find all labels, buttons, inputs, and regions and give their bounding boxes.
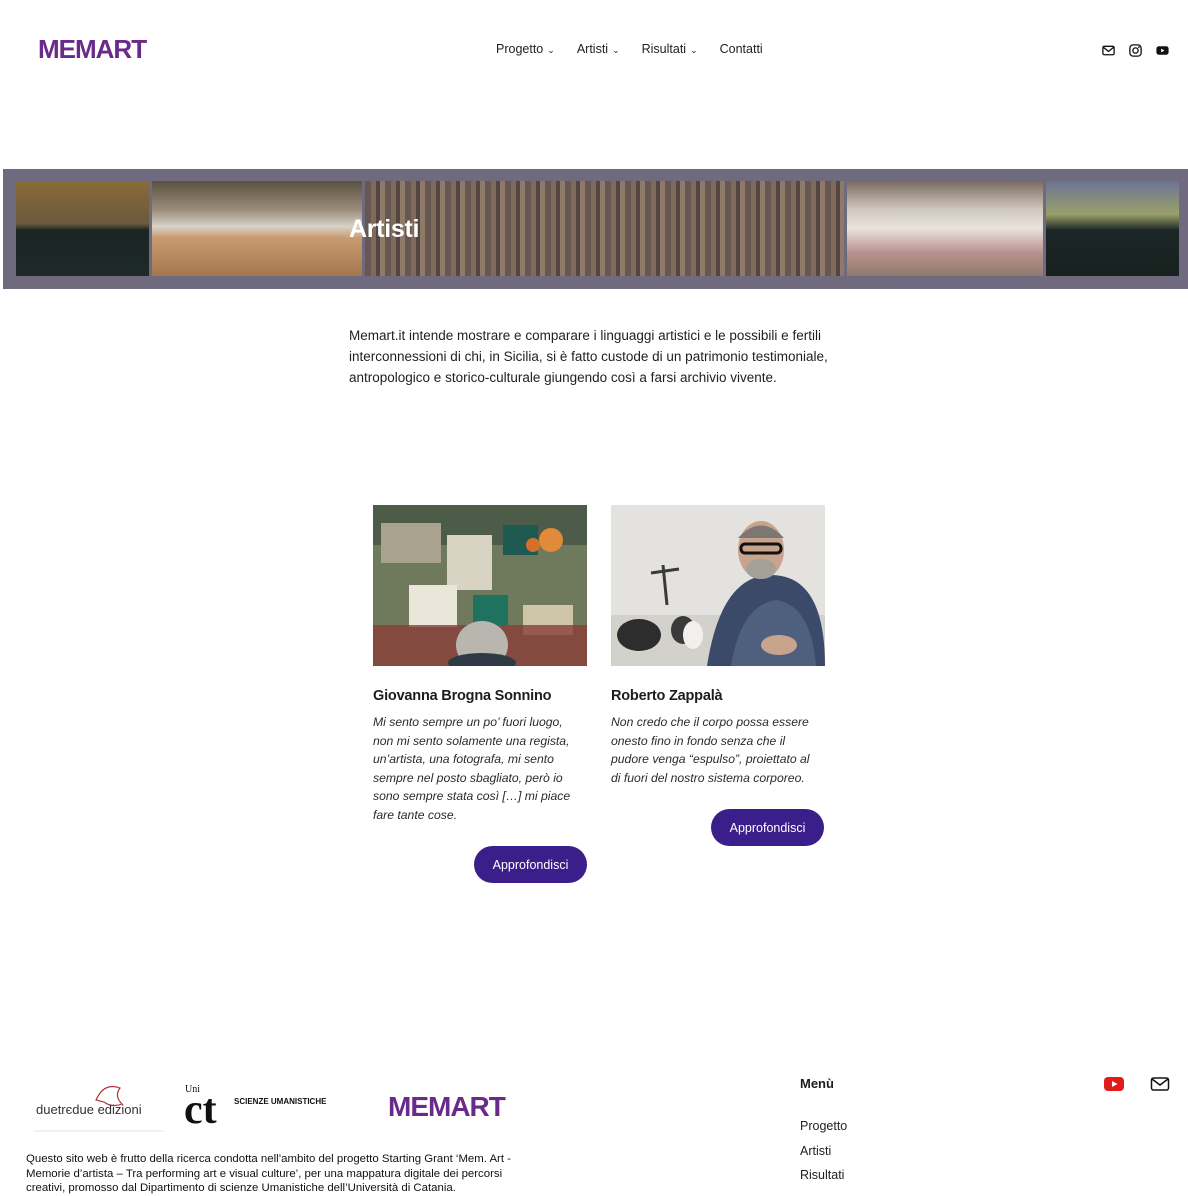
footer-menu-item[interactable]: Progetto <box>800 1119 847 1144</box>
artist-photo[interactable] <box>373 505 587 666</box>
header-social <box>1101 43 1170 58</box>
hero-image <box>1046 181 1179 276</box>
artist-photo[interactable] <box>611 505 825 666</box>
hero-image <box>16 181 149 276</box>
footer-logo-text: MEMART <box>388 1091 506 1122</box>
hero-image <box>151 181 363 276</box>
footer-menu-title: Menù <box>800 1076 834 1091</box>
nav-label: Progetto <box>496 42 544 56</box>
footer-description: Questo sito web è frutto della ricerca c… <box>26 1153 511 1194</box>
artist-quote: Non credo che il corpo possa essere ones… <box>611 715 810 785</box>
unict-scienze-umanistiche-logo[interactable]: Uni ct SCIENZE UMANISTICHE <box>184 1082 334 1126</box>
footer-social <box>1104 1076 1170 1092</box>
memart-logo[interactable]: MEMART <box>38 26 148 70</box>
approfondisci-button[interactable]: Approfondisci <box>711 809 824 846</box>
approfondisci-button[interactable]: Approfondisci <box>474 846 587 883</box>
page-title: Artisti <box>349 215 420 243</box>
nav-label: Artisti <box>576 42 609 56</box>
nav-risultati[interactable]: Risultati ⌄ <box>642 42 698 56</box>
main-nav: Progetto ⌄ Artisti ⌄ Risultati ⌄ Contatti <box>496 42 785 56</box>
footer-menu-item[interactable]: Risultati <box>800 1168 847 1193</box>
artist-card: Roberto Zappalà Non credo che il corpo p… <box>611 505 825 787</box>
instagram-icon[interactable] <box>1128 43 1143 58</box>
duetredue-logo-text: duetrєdue edizioni <box>36 1102 142 1117</box>
nav-progetto[interactable]: Progetto ⌄ <box>496 42 555 56</box>
youtube-icon[interactable] <box>1104 1076 1124 1092</box>
nav-contatti[interactable]: Contatti <box>720 42 763 56</box>
duetredue-edizioni-logo[interactable]: duetrєdue edizioni <box>34 1078 166 1132</box>
intro-text: Memart.it intende mostrare e comparare i… <box>349 328 828 385</box>
hero-image <box>365 181 844 276</box>
nav-label: Contatti <box>719 42 763 56</box>
artist-name: Roberto Zappalà <box>611 688 723 704</box>
artist-quote: Mi sento sempre un po’ fuori luogo, non … <box>373 715 571 822</box>
memart-footer-logo[interactable]: MEMART <box>388 1078 508 1130</box>
chevron-down-icon: ⌄ <box>690 44 698 55</box>
mail-icon[interactable] <box>1101 43 1116 58</box>
hero-banner: Artisti <box>3 169 1188 289</box>
footer-menu-item[interactable]: Artisti <box>800 1144 847 1169</box>
artist-name: Giovanna Brogna Sonnino <box>373 688 552 704</box>
unict-ct-text: ct <box>184 1087 217 1126</box>
hero-image-collage <box>16 181 1179 276</box>
chevron-down-icon: ⌄ <box>612 44 620 55</box>
mail-icon[interactable] <box>1150 1076 1170 1092</box>
unict-caption: SCIENZE UMANISTICHE <box>234 1097 327 1106</box>
nav-label: Risultati <box>641 42 687 56</box>
hero-image <box>846 181 1044 276</box>
logo-text: MEMART <box>38 34 147 64</box>
footer-menu: Progetto Artisti Risultati <box>800 1119 847 1193</box>
artist-card: Giovanna Brogna Sonnino Mi sento sempre … <box>373 505 587 825</box>
nav-artisti[interactable]: Artisti ⌄ <box>577 42 620 56</box>
youtube-icon[interactable] <box>1155 43 1170 58</box>
chevron-down-icon: ⌄ <box>547 44 555 55</box>
